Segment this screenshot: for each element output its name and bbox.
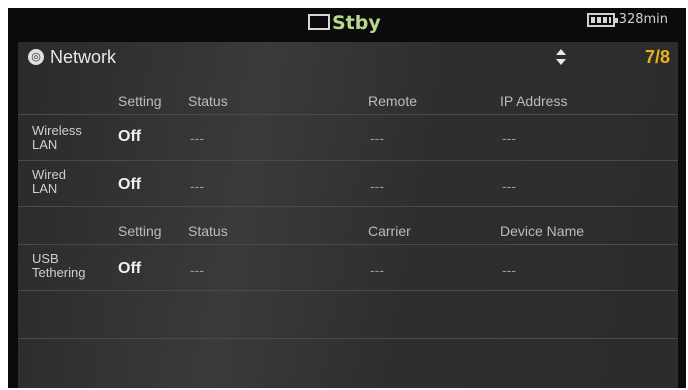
wireless-lan-ip: --- (502, 130, 516, 146)
divider (18, 338, 678, 339)
page-indicator: 7/8 (644, 47, 670, 67)
header-ip-address: IP Address (500, 93, 568, 109)
header-remote: Remote (368, 93, 418, 109)
battery-icon (586, 12, 618, 27)
network-panel: ◎ Network 7/8 Setting Status Remote IP A… (18, 42, 678, 388)
row-label-usb-tethering: USB Tethering (32, 251, 86, 280)
camera-screen: Stby 328min ◎ Network 7/8 Setting Status… (8, 8, 686, 388)
wireless-lan-setting[interactable]: Off (118, 128, 141, 146)
usb-tethering-device: --- (502, 262, 516, 278)
row-label-wireless-lan: Wireless LAN (32, 123, 82, 152)
header-device-name: Device Name (500, 223, 585, 239)
usb-tethering-setting[interactable]: Off (118, 260, 141, 278)
divider (18, 290, 678, 291)
header-setting: Setting (118, 223, 162, 239)
divider (18, 114, 678, 115)
wireless-lan-remote: --- (370, 130, 384, 146)
battery-indicator: 328min (586, 12, 668, 27)
wired-lan-remote: --- (370, 178, 384, 194)
divider (18, 206, 678, 207)
header-setting: Setting (118, 93, 162, 109)
header-status: Status (188, 93, 228, 109)
divider (18, 160, 678, 161)
standby-label: Stby (332, 12, 381, 34)
wired-lan-status: --- (190, 178, 204, 194)
row-label-wired-lan: Wired LAN (32, 167, 66, 196)
camera-icon (308, 13, 330, 30)
battery-remaining: 328min (618, 12, 668, 27)
scroll-updown-icon[interactable] (554, 49, 568, 65)
divider (18, 244, 678, 245)
page-title: Network (50, 47, 117, 67)
usb-tethering-carrier: --- (370, 262, 384, 278)
wireless-lan-status: --- (190, 130, 204, 146)
header-carrier: Carrier (368, 223, 411, 239)
standby-indicator: Stby (308, 12, 381, 34)
panel-header: ◎ Network 7/8 (18, 42, 678, 72)
usb-tethering-status: --- (190, 262, 204, 278)
network-icon: ◎ (28, 49, 44, 65)
status-bar: Stby 328min (8, 8, 686, 42)
header-status: Status (188, 223, 228, 239)
wired-lan-setting[interactable]: Off (118, 176, 141, 194)
wired-lan-ip: --- (502, 178, 516, 194)
